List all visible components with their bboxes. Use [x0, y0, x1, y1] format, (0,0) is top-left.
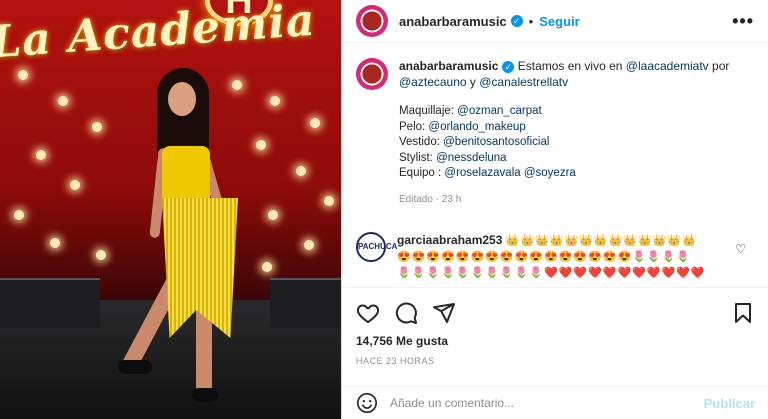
author-username[interactable]: anabarbaramusic: [399, 14, 507, 29]
credit-label: Stylist:: [399, 151, 437, 164]
face: [168, 82, 196, 116]
emoji-icon[interactable]: [356, 392, 378, 414]
credit-label: Maquillaje:: [399, 105, 458, 117]
separator-dot: •: [528, 13, 534, 29]
performer-figure: [112, 68, 262, 418]
post-header: anabarbaramusic ✓ • Seguir •••: [342, 0, 768, 43]
credit-line: Equipo : @roselazavala @soyezra: [399, 166, 749, 182]
la-academia-logo: La Academia: [0, 0, 318, 69]
credits-list: Maquillaje: @ozman_carpat Pelo: @orlando…: [399, 104, 749, 182]
post-photo[interactable]: H La Academia: [0, 0, 341, 419]
caption-text: Estamos en vivo en: [517, 59, 626, 73]
stage-light: [270, 96, 280, 106]
caption-text: y: [466, 75, 480, 89]
stage-panel: [270, 278, 341, 328]
stage-light: [58, 96, 68, 106]
credit-label: Vestido:: [399, 136, 444, 148]
commenter-username[interactable]: garciaabraham253: [397, 233, 502, 247]
post-caption: anabarbaramusic ✓ Estamos en vivo en @laa…: [356, 58, 756, 208]
comment-emojis: 😍😍😍😍😍😍😍😍😍😍😍😍😍😍😍😍🌷🌷🌷🌷: [397, 251, 691, 263]
more-options-icon[interactable]: •••: [732, 11, 754, 32]
stage-light: [50, 238, 60, 248]
caption-text: por: [708, 59, 730, 73]
stage-light: [14, 210, 24, 220]
credit-line: Stylist: @nessdeluna: [399, 151, 749, 167]
stage-light: [96, 250, 106, 260]
stage-light: [262, 262, 272, 272]
post-sidebar: anabarbaramusic ✓ • Seguir ••• anabarbar…: [341, 0, 768, 419]
stage-light: [92, 122, 102, 132]
bookmark-icon[interactable]: [731, 301, 755, 325]
edited-timestamp: Editado · 23 h: [399, 193, 462, 205]
stage-light: [18, 70, 28, 80]
mention-link[interactable]: @orlando_makeup: [428, 121, 525, 133]
author-avatar[interactable]: [356, 5, 388, 37]
stage-panel: [0, 278, 100, 328]
caption-username[interactable]: anabarbaramusic: [399, 59, 498, 73]
mention-link[interactable]: @nessdeluna: [436, 152, 507, 164]
post-timestamp: HACE 23 HORAS: [356, 356, 435, 366]
stage-light: [310, 118, 320, 128]
credit-line: Pelo: @orlando_makeup: [399, 120, 749, 136]
mention-link[interactable]: @ozman_carpat: [457, 105, 542, 117]
post-modal: H La Academia anabarbaramusic ✓ • Seguir…: [0, 0, 768, 419]
comment-icon[interactable]: [394, 301, 418, 325]
stage-light: [70, 180, 80, 190]
comment-body: garciaabraham253 👑👑👑👑👑👑👑👑👑👑👑👑👑 😍😍😍😍😍😍😍😍😍…: [397, 232, 727, 284]
verified-icon: ✓: [502, 61, 515, 73]
comment-item: PACHUCA garciaabraham253 👑👑👑👑👑👑👑👑👑👑👑👑👑 😍…: [356, 232, 756, 284]
heart-icon[interactable]: [356, 301, 380, 325]
stage-light: [36, 150, 46, 160]
follow-button[interactable]: Seguir: [539, 14, 579, 29]
likes-count[interactable]: 14,756 Me gusta: [356, 334, 755, 348]
stage-light: [324, 196, 334, 206]
yellow-corset: [162, 146, 210, 206]
mention-link[interactable]: @soyezra: [524, 167, 576, 179]
shoe: [118, 360, 152, 374]
caption-body: anabarbaramusic ✓ Estamos en vivo en @laa…: [399, 58, 749, 208]
caption-avatar[interactable]: [356, 58, 388, 90]
credit-label: Pelo:: [399, 120, 429, 133]
stage-light: [304, 240, 314, 250]
stage-light: [268, 210, 278, 220]
post-actions: 14,756 Me gusta HACE 23 HORAS: [342, 287, 768, 366]
credit-line: Maquillaje: @ozman_carpat: [399, 104, 749, 120]
stage-light: [296, 166, 306, 176]
verified-icon: ✓: [510, 15, 523, 27]
comment-input[interactable]: [390, 396, 704, 410]
mention-link[interactable]: @aztecauno: [399, 75, 467, 89]
shoe: [192, 388, 218, 402]
mention-link[interactable]: @laacademiatv: [626, 59, 709, 73]
add-comment-bar: Publicar: [342, 386, 768, 419]
mention-link[interactable]: @canalestrellatv: [479, 75, 568, 89]
comment-emojis: 🌷🌷🌷🌷🌷🌷🌷🌷🌷🌷❤️❤️❤️❤️❤️❤️❤️❤️❤️❤️❤️: [397, 267, 706, 279]
publish-button[interactable]: Publicar: [704, 396, 755, 411]
share-icon[interactable]: [432, 301, 456, 325]
commenter-avatar[interactable]: PACHUCA: [356, 232, 397, 262]
credit-label: Equipo :: [399, 167, 445, 179]
credit-line: Vestido: @benitosantosoficial: [399, 135, 749, 151]
mention-link[interactable]: @benitosantosoficial: [443, 136, 549, 148]
mention-link[interactable]: @roselazavala: [444, 167, 520, 179]
comment-like-icon[interactable]: ♡: [735, 242, 746, 256]
comment-emojis: 👑👑👑👑👑👑👑👑👑👑👑👑👑: [505, 235, 697, 247]
